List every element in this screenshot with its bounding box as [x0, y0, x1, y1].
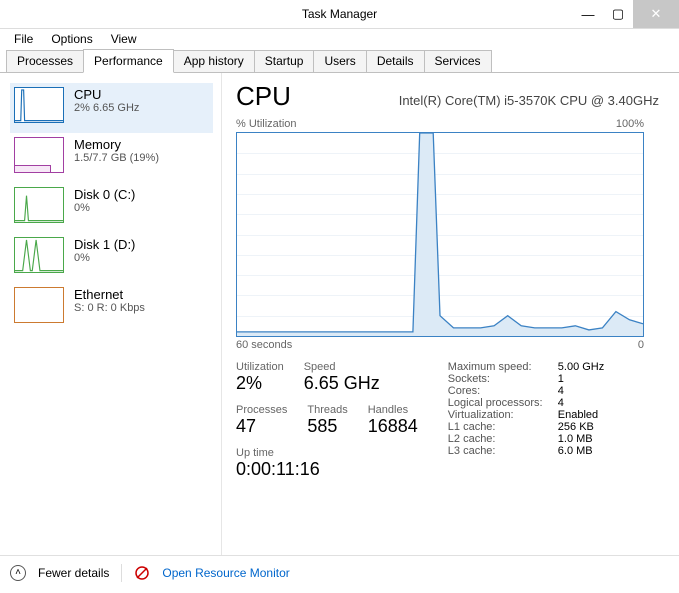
l2-label: L2 cache:	[448, 433, 558, 445]
tab-app-history[interactable]: App history	[173, 50, 255, 72]
content-pane: CPU Intel(R) Core(TM) i5-3570K CPU @ 3.4…	[222, 73, 679, 555]
l1-label: L1 cache:	[448, 421, 558, 433]
logical-label: Logical processors:	[448, 397, 558, 409]
handles-label: Handles	[368, 404, 418, 416]
utilization-value: 2%	[236, 373, 284, 394]
chart-xright: 0	[638, 339, 644, 351]
sockets-value: 1	[558, 373, 564, 385]
disk1-thumb-icon	[14, 237, 64, 273]
tab-users[interactable]: Users	[313, 50, 366, 72]
l2-value: 1.0 MB	[558, 433, 593, 445]
sidebar-item-disk1[interactable]: Disk 1 (D:) 0%	[10, 233, 213, 283]
threads-label: Threads	[307, 404, 347, 416]
sidebar-disk0-sub: 0%	[74, 202, 135, 214]
l3-value: 6.0 MB	[558, 445, 593, 457]
cpu-utilization-chart	[236, 132, 644, 337]
sockets-label: Sockets:	[448, 373, 558, 385]
cpu-thumb-icon	[14, 87, 64, 123]
handles-value: 16884	[368, 416, 418, 437]
maxspeed-label: Maximum speed:	[448, 361, 558, 373]
sidebar-memory-title: Memory	[74, 137, 159, 152]
l3-label: L3 cache:	[448, 445, 558, 457]
menu-options[interactable]: Options	[43, 30, 100, 48]
tab-processes[interactable]: Processes	[6, 50, 84, 72]
window-title: Task Manager	[302, 7, 377, 21]
footer: ˄ Fewer details Open Resource Monitor	[0, 555, 679, 589]
tab-services[interactable]: Services	[424, 50, 492, 72]
chevron-up-icon[interactable]: ˄	[10, 565, 26, 581]
divider	[121, 564, 122, 582]
tab-performance[interactable]: Performance	[83, 49, 174, 73]
resource-monitor-icon[interactable]	[134, 565, 150, 581]
open-resource-monitor-link[interactable]: Open Resource Monitor	[162, 566, 289, 580]
sidebar-item-ethernet[interactable]: Ethernet S: 0 R: 0 Kbps	[10, 283, 213, 333]
sidebar-disk1-title: Disk 1 (D:)	[74, 237, 135, 252]
sidebar-cpu-title: CPU	[74, 87, 139, 102]
menu-file[interactable]: File	[6, 30, 41, 48]
logical-value: 4	[558, 397, 564, 409]
memory-thumb-icon	[14, 137, 64, 173]
menu-view[interactable]: View	[103, 30, 145, 48]
sidebar-ethernet-title: Ethernet	[74, 287, 145, 302]
cores-value: 4	[558, 385, 564, 397]
menubar: File Options View	[0, 29, 679, 49]
chart-xleft: 60 seconds	[236, 339, 292, 351]
processes-value: 47	[236, 416, 287, 437]
minimize-button[interactable]: —	[573, 0, 603, 28]
speed-value: 6.65 GHz	[304, 373, 380, 394]
cpu-model: Intel(R) Core(TM) i5-3570K CPU @ 3.40GHz	[399, 93, 659, 108]
ethernet-thumb-icon	[14, 287, 64, 323]
sidebar-disk1-sub: 0%	[74, 252, 135, 264]
chart-ytitle: % Utilization	[236, 118, 297, 130]
page-title: CPU	[236, 81, 291, 112]
sidebar: CPU 2% 6.65 GHz Memory 1.5/7.7 GB (19%) …	[0, 73, 222, 555]
sidebar-disk0-title: Disk 0 (C:)	[74, 187, 135, 202]
sidebar-cpu-sub: 2% 6.65 GHz	[74, 102, 139, 114]
close-button[interactable]: ✕	[633, 0, 679, 28]
disk0-thumb-icon	[14, 187, 64, 223]
sidebar-memory-sub: 1.5/7.7 GB (19%)	[74, 152, 159, 164]
chart-ymax: 100%	[616, 118, 644, 130]
maximize-button[interactable]: ▢	[603, 0, 633, 28]
titlebar: Task Manager — ▢ ✕	[0, 0, 679, 29]
cpu-details-list: Maximum speed:5.00 GHz Sockets:1 Cores:4…	[448, 361, 604, 490]
threads-value: 585	[307, 416, 347, 437]
speed-label: Speed	[304, 361, 380, 373]
uptime-value: 0:00:11:16	[236, 459, 418, 480]
virtualization-label: Virtualization:	[448, 409, 558, 421]
sidebar-item-memory[interactable]: Memory 1.5/7.7 GB (19%)	[10, 133, 213, 183]
l1-value: 256 KB	[558, 421, 594, 433]
virtualization-value: Enabled	[558, 409, 598, 421]
fewer-details-link[interactable]: Fewer details	[38, 566, 109, 580]
tabstrip: Processes Performance App history Startu…	[0, 49, 679, 73]
sidebar-ethernet-sub: S: 0 R: 0 Kbps	[74, 302, 145, 314]
uptime-label: Up time	[236, 447, 418, 459]
processes-label: Processes	[236, 404, 287, 416]
sidebar-item-disk0[interactable]: Disk 0 (C:) 0%	[10, 183, 213, 233]
utilization-label: Utilization	[236, 361, 284, 373]
sidebar-item-cpu[interactable]: CPU 2% 6.65 GHz	[10, 83, 213, 133]
maxspeed-value: 5.00 GHz	[558, 361, 604, 373]
cores-label: Cores:	[448, 385, 558, 397]
tab-startup[interactable]: Startup	[254, 50, 315, 72]
tab-details[interactable]: Details	[366, 50, 425, 72]
